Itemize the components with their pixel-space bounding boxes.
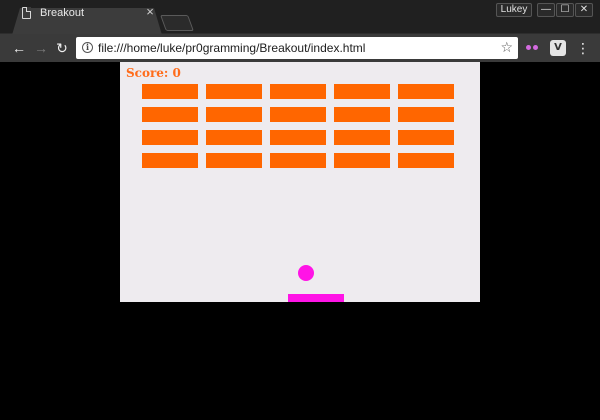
extension-v-icon[interactable]: V bbox=[550, 40, 566, 56]
minimize-button[interactable]: — bbox=[537, 3, 555, 17]
brick bbox=[142, 130, 198, 145]
info-icon[interactable]: i bbox=[82, 42, 93, 53]
page-icon bbox=[22, 7, 31, 19]
brick bbox=[334, 130, 390, 145]
bookmark-star-icon[interactable]: ☆ bbox=[500, 39, 513, 56]
brick bbox=[206, 107, 262, 122]
brick bbox=[142, 84, 198, 99]
browser-title-bar: Breakout × Lukey — ☐ ✕ bbox=[0, 0, 600, 34]
brick bbox=[398, 84, 454, 99]
maximize-button[interactable]: ☐ bbox=[556, 3, 574, 17]
browser-menu-icon[interactable]: ⋮ bbox=[576, 39, 590, 57]
brick bbox=[270, 153, 326, 168]
brick bbox=[206, 84, 262, 99]
breakout-canvas[interactable]: Score: 0 bbox=[120, 62, 480, 302]
brick bbox=[270, 130, 326, 145]
brick bbox=[334, 153, 390, 168]
score-label: Score: 0 bbox=[126, 66, 181, 80]
brick bbox=[398, 107, 454, 122]
browser-toolbar: ← → ↻ i file:///home/luke/pr0gramming/Br… bbox=[0, 34, 600, 62]
url-text[interactable]: file:///home/luke/pr0gramming/Breakout/i… bbox=[98, 41, 365, 55]
back-arrow-icon[interactable]: ← bbox=[10, 39, 28, 57]
brick bbox=[142, 107, 198, 122]
brick bbox=[398, 153, 454, 168]
profile-button[interactable]: Lukey bbox=[496, 3, 532, 17]
address-bar[interactable]: i file:///home/luke/pr0gramming/Breakout… bbox=[76, 37, 518, 59]
tab-title: Breakout bbox=[40, 7, 85, 19]
page-viewport: Score: 0 bbox=[0, 62, 600, 420]
brick bbox=[142, 153, 198, 168]
reload-icon[interactable]: ↻ bbox=[53, 39, 71, 57]
extension-incognito-icon[interactable] bbox=[524, 40, 540, 56]
close-window-button[interactable]: ✕ bbox=[575, 3, 593, 17]
brick bbox=[398, 130, 454, 145]
brick bbox=[206, 153, 262, 168]
brick bbox=[334, 84, 390, 99]
brick bbox=[270, 84, 326, 99]
brick bbox=[206, 130, 262, 145]
ball bbox=[298, 265, 314, 281]
tab-breakout[interactable] bbox=[12, 8, 162, 35]
brick bbox=[270, 107, 326, 122]
new-tab-button[interactable] bbox=[160, 15, 194, 31]
forward-arrow-icon[interactable]: → bbox=[32, 39, 50, 57]
brick bbox=[334, 107, 390, 122]
close-tab-icon[interactable]: × bbox=[143, 5, 157, 19]
paddle bbox=[288, 294, 344, 302]
